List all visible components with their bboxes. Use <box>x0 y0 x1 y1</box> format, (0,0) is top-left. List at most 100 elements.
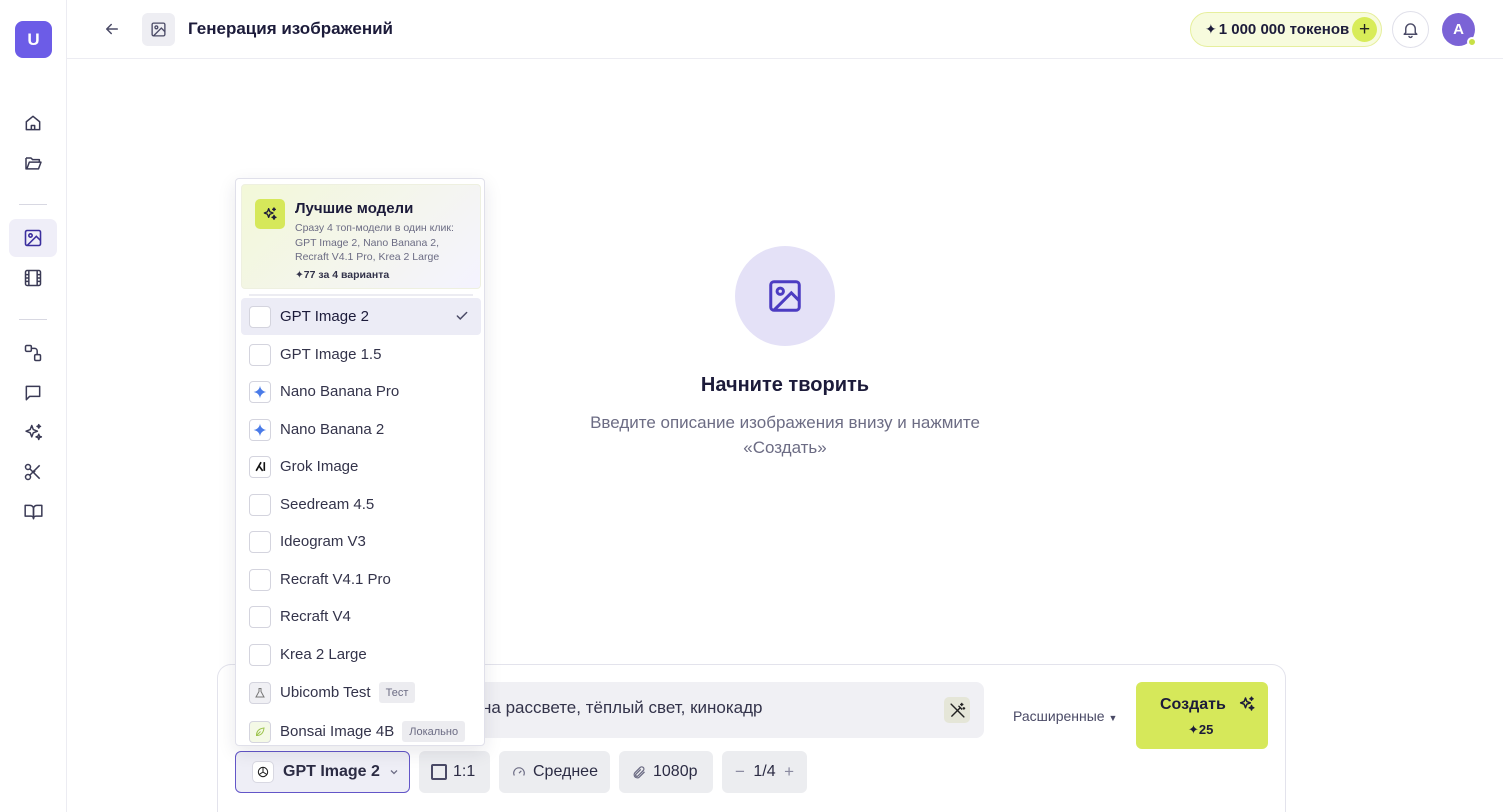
scissors-icon[interactable] <box>20 459 46 485</box>
dropdown-divider <box>249 294 473 296</box>
image-icon <box>23 228 43 248</box>
model-option-label: Recraft V4 <box>280 608 351 625</box>
best-models-description: Сразу 4 топ-модели в один клик: GPT Imag… <box>295 222 454 263</box>
count-stepper: − 1/4 + <box>722 751 807 793</box>
add-tokens-button[interactable]: + <box>1352 17 1377 42</box>
empty-state-title: Начните творить <box>700 374 870 396</box>
book-icon[interactable] <box>20 499 46 525</box>
chat-icon[interactable] <box>20 380 46 406</box>
model-option-ideogram-v3[interactable]: Ideogram V3 <box>241 523 481 560</box>
sidebar-item-images[interactable] <box>9 219 57 257</box>
token-balance[interactable]: ✦ 1 000 000 токенов + <box>1190 12 1382 47</box>
model-option-label: Nano Banana Pro <box>280 383 400 400</box>
avatar-letter: A <box>1453 21 1464 38</box>
model-option-label: Bonsai Image 4B <box>280 723 395 740</box>
model-option-ubicomb-test[interactable]: Ubicomb Test Тест <box>241 674 481 711</box>
model-option-krea-2-large[interactable]: Krea 2 Large <box>241 636 481 673</box>
bell-icon[interactable] <box>1392 11 1429 48</box>
model-option-label: Seedream 4.5 <box>280 496 375 513</box>
increment-button[interactable]: + <box>784 762 794 782</box>
logo-letter: U <box>27 29 40 49</box>
test-badge: Тест <box>378 682 416 703</box>
square-icon <box>431 764 447 780</box>
model-option-gpt-image-1-5[interactable]: GPT Image 1.5 <box>241 336 481 373</box>
avatar[interactable]: A <box>1442 13 1477 47</box>
model-dropdown: Лучшие модели Сразу 4 топ-модели в один … <box>235 178 485 746</box>
create-cost: ✦25 <box>1188 722 1214 737</box>
gauge-icon <box>512 765 526 779</box>
flask-icon <box>249 681 271 704</box>
folder-icon[interactable] <box>20 150 46 176</box>
film-icon[interactable] <box>20 265 46 291</box>
blank-icon <box>249 643 271 666</box>
best-models-title: Лучшие модели <box>295 200 414 217</box>
caret-down-icon: ▼ <box>1108 713 1118 723</box>
model-option-label: GPT Image 1.5 <box>280 346 382 363</box>
model-option-seedream-4-5[interactable]: Seedream 4.5 <box>241 486 481 523</box>
model-option-recraft-v4-1-pro[interactable]: Recraft V4.1 Pro <box>241 561 481 598</box>
quality-selector[interactable]: Среднее <box>499 751 610 793</box>
count-value: 1/4 <box>753 763 776 780</box>
resolution-selector[interactable]: 1080p <box>619 751 713 793</box>
model-option-nano-banana-2[interactable]: Nano Banana 2 <box>241 411 481 448</box>
empty-state-subtitle: Введите описание изображения внизу и наж… <box>590 413 980 457</box>
local-badge: Локально <box>402 721 466 742</box>
app-logo[interactable]: U <box>15 21 52 58</box>
create-button[interactable]: Создать ✦25 <box>1136 682 1268 749</box>
blank-icon <box>249 493 271 516</box>
magic-wand-icon[interactable] <box>944 697 970 723</box>
model-option-label: Recraft V4.1 Pro <box>280 571 391 588</box>
model-option-label: Ubicomb Test <box>280 684 371 701</box>
openai-icon <box>252 761 274 783</box>
model-option-nano-banana-pro[interactable]: Nano Banana Pro <box>241 373 481 410</box>
image-icon <box>142 13 175 46</box>
decrement-button[interactable]: − <box>735 762 745 782</box>
model-option-recraft-v4[interactable]: Recraft V4 <box>241 598 481 635</box>
aspect-ratio-selector[interactable]: 1:1 <box>419 751 490 793</box>
online-status-dot <box>1467 37 1477 47</box>
workflow-icon[interactable] <box>20 340 46 366</box>
model-option-label: Grok Image <box>280 458 359 475</box>
paperclip-icon <box>632 765 647 780</box>
model-option-label: Ideogram V3 <box>280 533 366 550</box>
blank-icon <box>249 605 271 628</box>
prompt-text[interactable]: на рассвете, тёплый свет, кинокадр <box>482 698 763 718</box>
blank-icon <box>249 343 271 366</box>
leaf-icon <box>249 720 271 743</box>
blank-icon <box>249 568 271 591</box>
model-option-label: Nano Banana 2 <box>280 421 385 438</box>
sparkles-icon <box>255 199 285 229</box>
model-selector[interactable]: GPT Image 2 <box>235 751 410 793</box>
page-title: Генерация изображений <box>188 19 393 38</box>
advanced-label: Расширенные <box>1013 708 1105 724</box>
token-balance-label: 1 000 000 токенов <box>1218 21 1350 38</box>
grok-icon <box>249 455 271 478</box>
model-option-gpt-image-2[interactable]: GPT Image 2 <box>241 298 481 335</box>
image-placeholder-icon <box>735 246 835 346</box>
sparkles-icon[interactable] <box>20 419 46 445</box>
home-icon[interactable] <box>20 110 46 136</box>
blank-icon <box>249 530 271 553</box>
advanced-settings-toggle[interactable]: Расширенные ▼ <box>1013 708 1117 724</box>
model-option-grok-image[interactable]: Grok Image <box>241 448 481 485</box>
resolution-label: 1080p <box>653 763 698 780</box>
sparkles-icon <box>1238 695 1256 713</box>
model-selector-label: GPT Image 2 <box>283 763 380 780</box>
gemini-icon <box>249 380 271 403</box>
back-arrow-icon[interactable] <box>100 17 124 41</box>
sidebar: U <box>0 0 67 812</box>
chevron-down-icon <box>388 766 400 778</box>
token-star-icon: ✦ <box>1205 21 1217 37</box>
check-icon <box>455 309 469 323</box>
model-option-label: Krea 2 Large <box>280 646 367 663</box>
quality-label: Среднее <box>533 763 598 780</box>
aspect-ratio-label: 1:1 <box>453 763 476 780</box>
sidebar-divider <box>19 204 47 205</box>
blank-icon <box>249 305 271 328</box>
model-option-label: GPT Image 2 <box>280 308 369 325</box>
best-models-option[interactable]: Лучшие модели Сразу 4 топ-модели в один … <box>241 184 481 289</box>
sidebar-divider <box>19 319 47 320</box>
gemini-icon <box>249 418 271 441</box>
model-option-bonsai-image-4b[interactable]: Bonsai Image 4B Локально <box>241 713 481 745</box>
best-models-cost: ✦77 за 4 варианта <box>295 269 390 281</box>
